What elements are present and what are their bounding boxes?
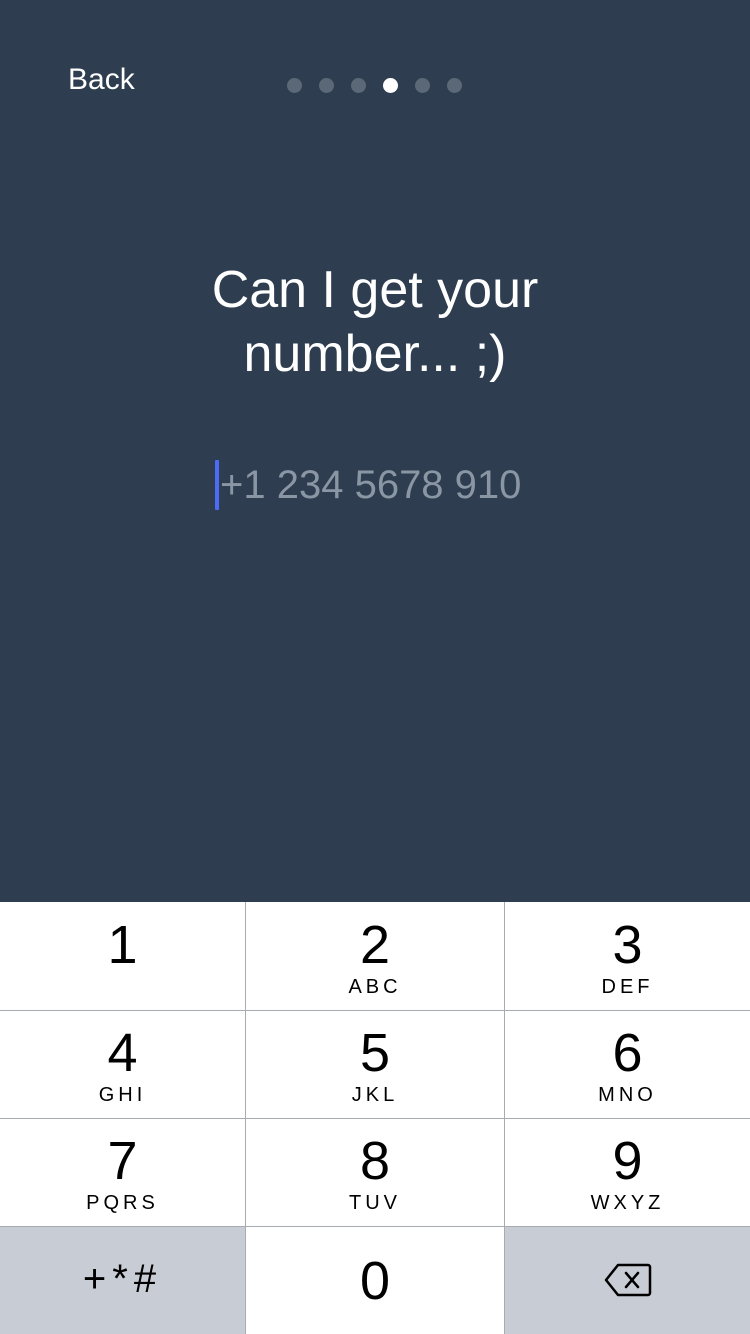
- key-9-digit: 9: [612, 1131, 643, 1191]
- page-title: Can I get your number... ;): [0, 258, 750, 386]
- key-7-digit: 7: [107, 1131, 138, 1191]
- key-8[interactable]: 8 TUV: [246, 1119, 505, 1227]
- key-3[interactable]: 3 DEF: [505, 902, 750, 1011]
- key-9-letters: WXYZ: [590, 1192, 665, 1214]
- key-3-letters: DEF: [601, 976, 654, 998]
- key-0[interactable]: 0: [246, 1227, 505, 1334]
- phone-number-screen: Back Can I get your number... ;): [0, 0, 750, 902]
- key-5[interactable]: 5 JKL: [246, 1011, 505, 1119]
- phone-number-input[interactable]: [220, 458, 540, 512]
- key-6[interactable]: 6 MNO: [505, 1011, 750, 1119]
- key-1[interactable]: 1: [0, 902, 246, 1011]
- key-6-letters: MNO: [598, 1084, 657, 1106]
- key-4-digit: 4: [107, 1023, 138, 1083]
- key-8-letters: TUV: [349, 1192, 401, 1214]
- key-3-digit: 3: [612, 915, 643, 975]
- progress-dot-1: [287, 78, 302, 93]
- title-line-2: number... ;): [243, 325, 507, 383]
- progress-dot-3: [351, 78, 366, 93]
- back-button[interactable]: Back: [68, 60, 135, 100]
- progress-dots: [287, 78, 462, 93]
- key-5-letters: JKL: [351, 1084, 399, 1106]
- symbols-label: +*#: [82, 1257, 163, 1301]
- backspace-icon: [604, 1263, 651, 1297]
- key-2-digit: 2: [359, 915, 391, 975]
- delete-key[interactable]: [505, 1227, 750, 1334]
- progress-dot-2: [319, 78, 334, 93]
- key-2-letters: ABC: [348, 976, 402, 998]
- key-5-digit: 5: [359, 1023, 391, 1083]
- key-8-digit: 8: [359, 1131, 391, 1191]
- key-2[interactable]: 2 ABC: [246, 902, 505, 1011]
- key-9[interactable]: 9 WXYZ: [505, 1119, 750, 1227]
- numeric-keypad: 1 2 ABC 3 DEF 4 GHI 5 JKL 6 MNO 7 PQRS 8…: [0, 902, 750, 1334]
- key-6-digit: 6: [612, 1023, 643, 1083]
- symbols-key[interactable]: +*#: [0, 1227, 246, 1334]
- key-7-letters: PQRS: [86, 1192, 159, 1214]
- progress-dot-4-active: [383, 78, 398, 93]
- progress-dot-5: [415, 78, 430, 93]
- phone-field: [0, 458, 750, 512]
- key-4[interactable]: 4 GHI: [0, 1011, 246, 1119]
- key-7[interactable]: 7 PQRS: [0, 1119, 246, 1227]
- text-caret: [215, 460, 219, 510]
- key-4-letters: GHI: [98, 1084, 147, 1106]
- key-1-digit: 1: [107, 915, 138, 975]
- progress-dot-6: [447, 78, 462, 93]
- key-0-digit: 0: [359, 1251, 391, 1311]
- title-line-1: Can I get your: [211, 261, 539, 319]
